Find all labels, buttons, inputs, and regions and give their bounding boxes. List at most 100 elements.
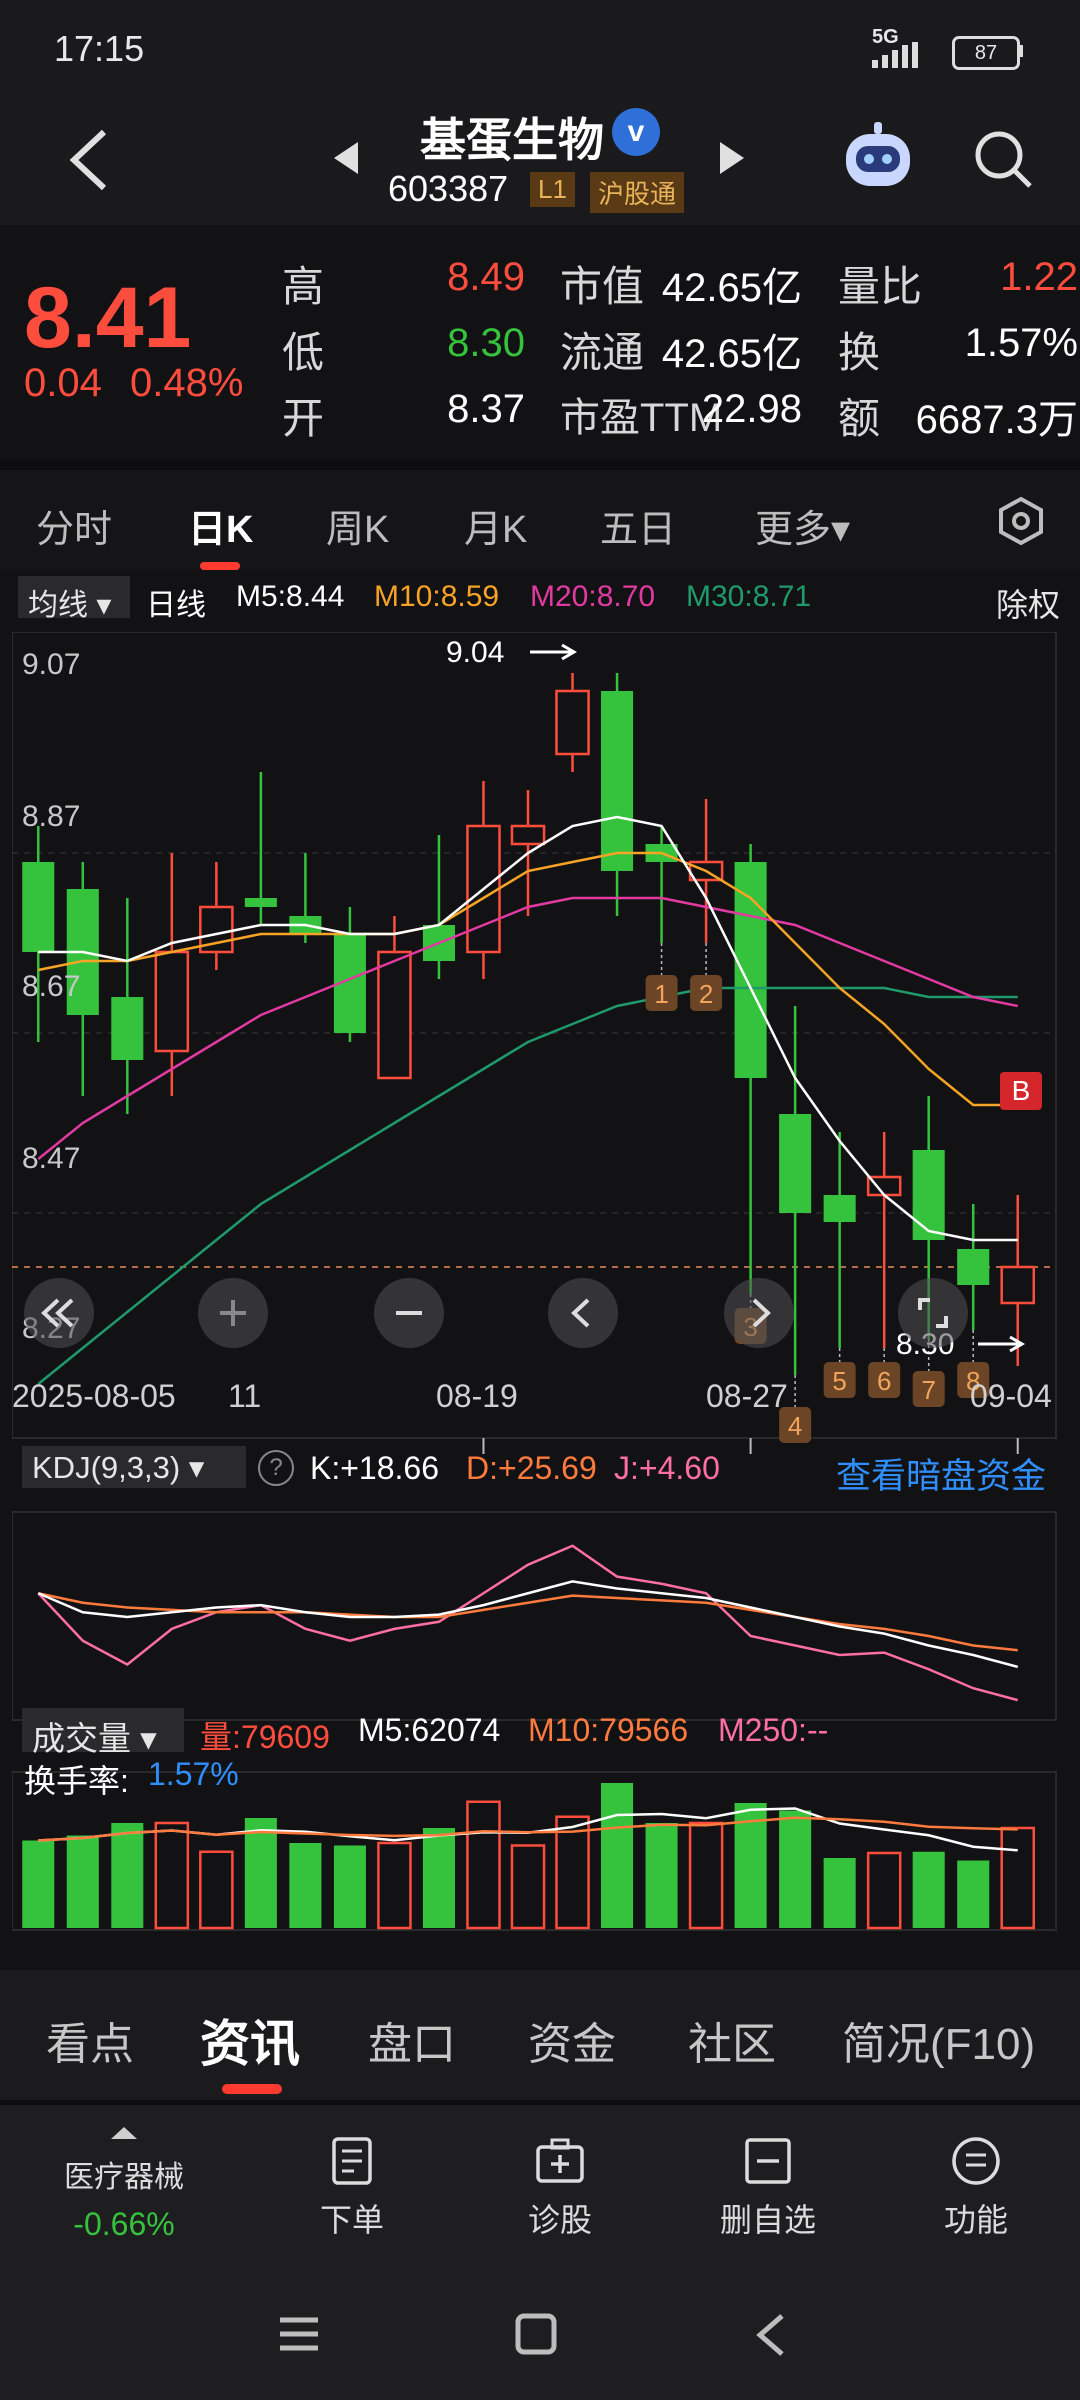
help-icon[interactable]: ? <box>258 1450 294 1486</box>
chevron-left-icon <box>571 1298 590 1328</box>
price-tick: 8.67 <box>22 970 81 1003</box>
next-stock-icon[interactable] <box>718 140 746 176</box>
battery-tip <box>1018 45 1023 57</box>
robot-assistant-icon[interactable] <box>838 120 918 196</box>
date-tick: 2025-08-05 <box>12 1378 176 1414</box>
tab-community[interactable]: 社区 <box>688 2008 776 2072</box>
order-button[interactable]: 下单 <box>272 2135 432 2241</box>
tab-highlights[interactable]: 看点 <box>46 2008 134 2072</box>
signal-marker-label: 2 <box>699 979 713 1009</box>
tab-daily-k[interactable]: 日K <box>188 498 253 553</box>
signal-marker-label: 1 <box>654 979 668 1009</box>
scroll-left-button[interactable] <box>548 1278 618 1348</box>
volume-bar <box>154 1821 190 1930</box>
tab-weekly-k[interactable]: 周K <box>326 498 389 553</box>
current-price: 8.41 <box>24 270 192 366</box>
volume-ratio-label: 量比 <box>838 263 923 310</box>
kdj-d-value: D:+25.69 <box>466 1450 597 1486</box>
tab-monthly-k[interactable]: 月K <box>464 498 527 553</box>
status-time: 17:15 <box>54 28 145 69</box>
tab-capital[interactable]: 资金 <box>528 2008 616 2072</box>
tab-five-day[interactable]: 五日 <box>600 498 676 553</box>
stock-header: 基蛋生物 v 603387 L1 沪股通 <box>0 100 1080 225</box>
chevron-right-icon <box>752 1298 771 1328</box>
volume-select[interactable]: 成交量 ▾ <box>22 1708 184 1757</box>
tab-f10[interactable]: 简况(F10) <box>842 2008 1035 2072</box>
kdj-j-value: J:+4.60 <box>614 1450 720 1486</box>
quote-panel: 8.41 0.04 0.48% 高 低 开 8.49 8.30 8.37 市值 … <box>0 225 1080 460</box>
scroll-right-button[interactable] <box>724 1278 794 1348</box>
sector-button[interactable]: 医疗器械 -0.66% <box>44 2125 204 2243</box>
volume-bar <box>823 1858 856 1928</box>
kdj-select[interactable]: KDJ(9,3,3) ▾ <box>22 1446 246 1488</box>
amount-value: 6687.3万 <box>915 398 1078 442</box>
amount-label: 额 <box>838 395 881 442</box>
buy-signal-badge[interactable]: B <box>1000 1072 1042 1110</box>
zoom-in-button[interactable] <box>198 1278 268 1348</box>
sector-name: 医疗器械 <box>64 2161 184 2194</box>
double-chevron-left-icon <box>41 1298 74 1328</box>
price-tick: 8.47 <box>22 1142 81 1175</box>
kdj-panel-frame <box>12 1511 1057 1721</box>
volume-ratio-value: 1.22 <box>1000 255 1078 299</box>
volume-value: 量:79609 <box>200 1719 330 1755</box>
battery-level: 87 <box>974 42 998 64</box>
volume-bar <box>510 1844 546 1930</box>
high-label: 高 <box>282 263 325 310</box>
high-value: 8.49 <box>447 255 525 299</box>
remove-watchlist-button[interactable]: 删自选 <box>688 2135 848 2241</box>
turnover-rate-label: 换手率: <box>24 1763 129 1799</box>
candle-body <box>111 997 144 1060</box>
action-bar: 医疗器械 -0.66% 下单 诊股 删自选 功能 <box>0 2105 1080 2270</box>
kdj-k-value: K:+18.66 <box>310 1450 439 1486</box>
caret-up-icon <box>111 2127 137 2139</box>
settings-hexagon-icon[interactable] <box>996 496 1046 546</box>
system-nav-bar <box>0 2270 1080 2400</box>
dark-pool-link[interactable]: 查看暗盘资金 <box>836 1448 1046 1499</box>
ma-select[interactable]: 均线 ▾ <box>18 576 130 622</box>
volume-m10: M10:79566 <box>528 1712 689 1748</box>
high-arrow-icon <box>530 643 577 661</box>
price-tick: 8.87 <box>22 800 81 833</box>
tab-news[interactable]: 资讯 <box>200 2004 300 2076</box>
volume-bar <box>1000 1826 1036 1930</box>
volume-bar <box>601 1783 634 1928</box>
volume-bar <box>912 1851 945 1928</box>
volume-bar <box>645 1823 678 1928</box>
zoom-out-button[interactable] <box>374 1278 444 1348</box>
volume-bar <box>66 1835 99 1928</box>
tab-order-book[interactable]: 盘口 <box>368 2008 456 2072</box>
level-badge: L1 <box>530 172 575 207</box>
fullscreen-button[interactable] <box>898 1278 968 1348</box>
signal-marker-label: 7 <box>921 1375 935 1405</box>
price-change: 0.04 <box>24 361 102 405</box>
menu-lines-icon[interactable] <box>278 2314 320 2354</box>
ma30-legend: M30:8.71 <box>686 580 812 613</box>
sector-change: -0.66% <box>73 2206 175 2242</box>
price-change-pct: 0.48% <box>130 361 244 405</box>
volume-bar <box>111 1823 144 1928</box>
kdj-d-line <box>38 1592 1018 1652</box>
adjust-button[interactable]: 除权 <box>996 580 1060 626</box>
open-label: 开 <box>282 395 325 442</box>
function-label: 功能 <box>943 2202 1008 2238</box>
diagnose-button[interactable]: 诊股 <box>480 2135 640 2241</box>
back-triangle-icon[interactable] <box>752 2312 788 2358</box>
search-icon[interactable] <box>972 128 1034 190</box>
tab-intraday[interactable]: 分时 <box>36 498 112 553</box>
info-tabs: 看点 资讯 盘口 资金 社区 简况(F10) <box>0 1970 1080 2100</box>
kdj-j-line <box>37 1544 1019 1702</box>
tab-more[interactable]: 更多▾ <box>755 498 850 553</box>
home-square-icon[interactable] <box>514 2312 558 2356</box>
function-button[interactable]: 功能 <box>896 2135 1056 2241</box>
volume-bar <box>957 1860 990 1928</box>
fullscreen-icon <box>918 1298 948 1328</box>
mcap-value: 42.65亿 <box>661 266 802 310</box>
battery-icon: 87 <box>952 36 1020 70</box>
scroll-left-fast-button[interactable] <box>24 1278 94 1348</box>
back-arrow-icon[interactable] <box>66 128 110 192</box>
pe-value: 22.98 <box>701 387 802 431</box>
order-label: 下单 <box>319 2202 384 2238</box>
remove-box-icon <box>745 2138 791 2184</box>
prev-stock-icon[interactable] <box>332 140 360 176</box>
